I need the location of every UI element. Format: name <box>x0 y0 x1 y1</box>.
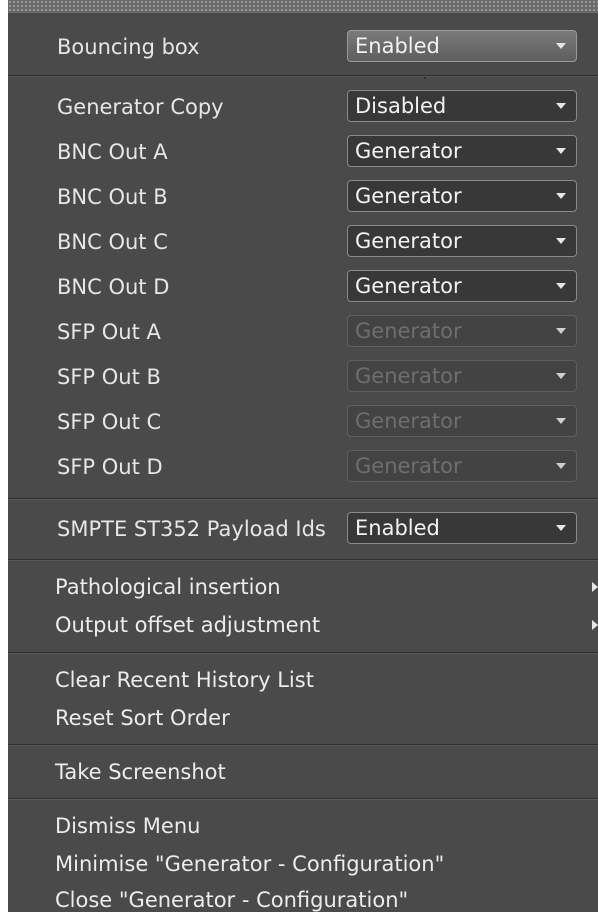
chevron-right-icon <box>592 620 598 630</box>
select-value: Enabled <box>355 34 440 58</box>
menu-item-pathological-insertion[interactable]: Pathological insertion <box>8 569 598 605</box>
select-value: Enabled <box>355 516 440 540</box>
setting-label: Generator Copy <box>57 95 224 119</box>
sfp-out-d-select: Generator <box>347 450 577 482</box>
menu-divider <box>8 559 598 561</box>
sfp-out-a-select: Generator <box>347 315 577 347</box>
setting-label: SMPTE ST352 Payload Ids <box>57 517 326 541</box>
menu-item-label: Reset Sort Order <box>55 706 230 730</box>
bnc-out-c-select[interactable]: Generator <box>347 225 577 257</box>
setting-row-bnc-out-b: BNC Out B Generator <box>8 177 598 217</box>
select-value: Generator <box>355 319 462 343</box>
bnc-out-a-select[interactable]: Generator <box>347 135 577 167</box>
setting-label: BNC Out D <box>57 275 170 299</box>
menu-item-clear-recent-history[interactable]: Clear Recent History List <box>8 662 598 698</box>
select-value: Generator <box>355 409 462 433</box>
select-value: Disabled <box>355 94 447 118</box>
select-value: Generator <box>355 364 462 388</box>
menu-divider <box>8 498 598 500</box>
bnc-out-b-select[interactable]: Generator <box>347 180 577 212</box>
setting-row-sfp-out-a: SFP Out A Generator <box>8 312 598 352</box>
chevron-right-icon <box>592 582 598 592</box>
sfp-out-c-select: Generator <box>347 405 577 437</box>
menu-item-label: Take Screenshot <box>55 760 226 784</box>
chevron-down-icon <box>556 418 566 424</box>
chevron-down-icon <box>556 373 566 379</box>
divider-mark <box>424 77 426 79</box>
menu-divider <box>8 652 598 654</box>
setting-row-bnc-out-a: BNC Out A Generator <box>8 132 598 172</box>
menu-item-reset-sort-order[interactable]: Reset Sort Order <box>8 700 598 736</box>
setting-label: BNC Out A <box>57 140 168 164</box>
chevron-down-icon <box>556 238 566 244</box>
chevron-down-icon <box>556 193 566 199</box>
chevron-down-icon <box>556 103 566 109</box>
menu-item-label: Dismiss Menu <box>55 814 201 838</box>
select-value: Generator <box>355 274 462 298</box>
menu-item-output-offset-adjustment[interactable]: Output offset adjustment <box>8 607 598 643</box>
configuration-menu: Bouncing box Enabled Generator Copy Disa… <box>8 13 598 912</box>
setting-label: BNC Out B <box>57 185 168 209</box>
menu-divider <box>8 744 598 746</box>
setting-row-sfp-out-b: SFP Out B Generator <box>8 357 598 397</box>
bouncing-box-select[interactable]: Enabled <box>347 30 577 62</box>
chevron-down-icon <box>556 148 566 154</box>
payload-ids-select[interactable]: Enabled <box>347 512 577 544</box>
setting-row-generator-copy: Generator Copy Disabled <box>8 87 598 127</box>
menu-item-label: Pathological insertion <box>55 575 281 599</box>
bnc-out-d-select[interactable]: Generator <box>347 270 577 302</box>
menu-item-dismiss-menu[interactable]: Dismiss Menu <box>8 808 598 844</box>
menu-divider <box>8 798 598 800</box>
chevron-down-icon <box>556 525 566 531</box>
window-top-edge <box>8 0 598 13</box>
setting-label: SFP Out C <box>57 410 162 434</box>
setting-label: Bouncing box <box>57 35 200 59</box>
setting-row-sfp-out-c: SFP Out C Generator <box>8 402 598 442</box>
setting-label: SFP Out D <box>57 455 163 479</box>
menu-item-label: Output offset adjustment <box>55 613 321 637</box>
menu-item-label: Clear Recent History List <box>55 668 314 692</box>
setting-row-sfp-out-d: SFP Out D Generator <box>8 447 598 487</box>
chevron-down-icon <box>556 283 566 289</box>
menu-item-close-window[interactable]: Close "Generator - Configuration" <box>8 882 598 918</box>
setting-label: BNC Out C <box>57 230 168 254</box>
chevron-down-icon <box>556 43 566 49</box>
setting-row-bouncing-box: Bouncing box Enabled <box>8 27 598 67</box>
chevron-down-icon <box>556 328 566 334</box>
select-value: Generator <box>355 139 462 163</box>
menu-item-label: Minimise "Generator - Configuration" <box>55 852 445 876</box>
select-value: Generator <box>355 229 462 253</box>
menu-item-take-screenshot[interactable]: Take Screenshot <box>8 754 598 790</box>
select-value: Generator <box>355 454 462 478</box>
setting-row-bnc-out-c: BNC Out C Generator <box>8 222 598 262</box>
generator-copy-select[interactable]: Disabled <box>347 90 577 122</box>
setting-row-bnc-out-d: BNC Out D Generator <box>8 267 598 307</box>
setting-label: SFP Out B <box>57 365 161 389</box>
menu-item-minimise-window[interactable]: Minimise "Generator - Configuration" <box>8 846 598 882</box>
menu-item-label: Close "Generator - Configuration" <box>55 888 409 912</box>
setting-label: SFP Out A <box>57 320 161 344</box>
menu-divider <box>8 75 598 77</box>
select-value: Generator <box>355 184 462 208</box>
sfp-out-b-select: Generator <box>347 360 577 392</box>
setting-row-payload-ids: SMPTE ST352 Payload Ids Enabled <box>8 509 598 549</box>
chevron-down-icon <box>556 463 566 469</box>
